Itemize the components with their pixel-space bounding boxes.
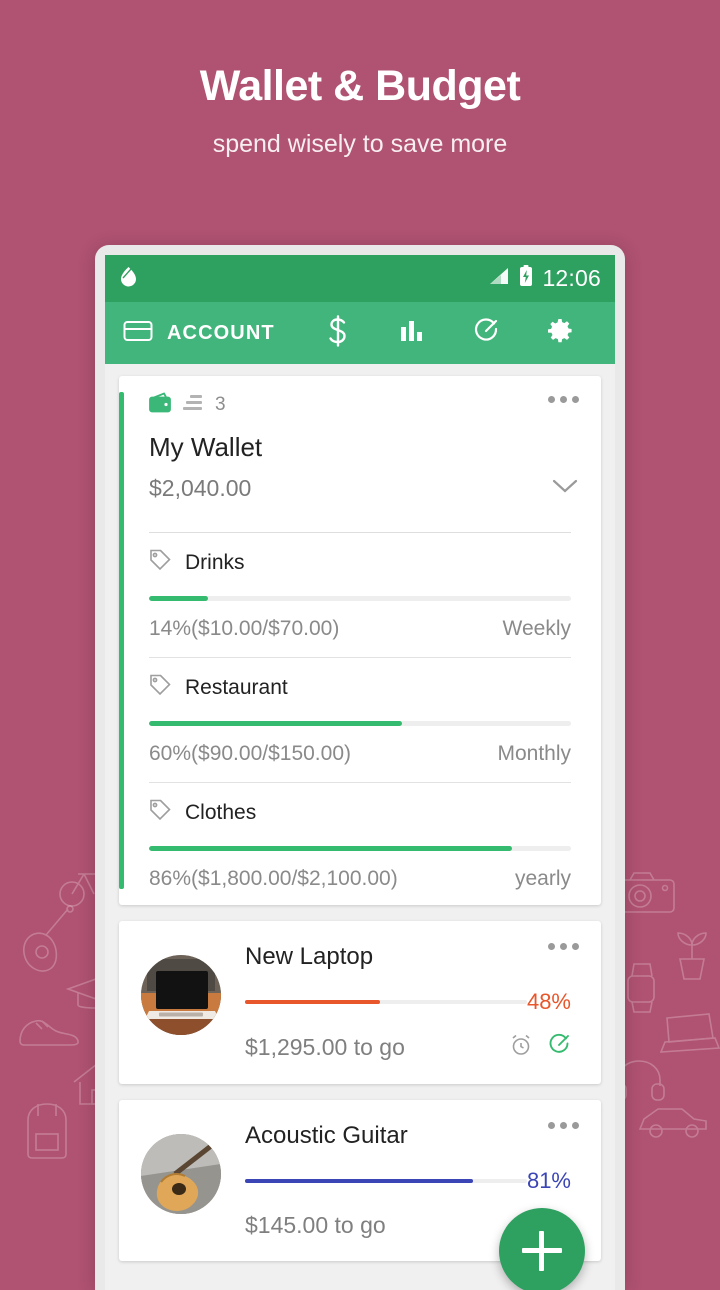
wallet-card[interactable]: 3 My Wallet $2,040.00 Drinks 14%($10.00/… — [119, 376, 601, 905]
budget-amount: 60%($90.00/$150.00) — [149, 742, 351, 765]
app-notification-icon — [119, 266, 138, 292]
shoe-doodle-icon — [16, 1013, 82, 1049]
content-scroll[interactable]: 3 My Wallet $2,040.00 Drinks 14%($10.00/… — [105, 364, 615, 1290]
goal-remaining: $1,295.00 to go — [245, 1034, 405, 1060]
goal-progress-bar — [245, 1179, 527, 1183]
accounts-list-icon — [183, 394, 205, 417]
goal-title: Acoustic Guitar — [245, 1122, 408, 1149]
chevron-down-icon[interactable] — [551, 477, 579, 500]
wallet-icon — [149, 392, 173, 418]
battery-charging-icon — [519, 265, 533, 292]
budget-row[interactable]: Drinks 14%($10.00/$70.00) Weekly — [119, 533, 601, 658]
budget-name: Restaurant — [185, 675, 288, 699]
tab-account-label: ACCOUNT — [167, 321, 275, 344]
guitar-doodle-icon — [16, 905, 78, 977]
goal-progress-bar — [245, 1000, 527, 1004]
budget-progress-bar — [149, 846, 571, 851]
budget-progress-bar — [149, 596, 571, 601]
gear-icon — [547, 318, 573, 349]
phone-screen: 12:06 ACCOUNT 3 My Wallet $2,040.00 Drin… — [105, 255, 615, 1290]
goal-percent: 48% — [526, 989, 571, 1014]
budget-period: Weekly — [502, 617, 571, 640]
goal-thumbnail-laptop — [141, 955, 221, 1035]
dollar-icon — [327, 314, 349, 352]
goal-thumbnail-guitar — [141, 1134, 221, 1214]
plant-doodle-icon — [668, 925, 716, 983]
promo-header: Wallet & Budget spend wisely to save mor… — [0, 0, 720, 159]
backpack-doodle-icon — [18, 1100, 76, 1162]
tab-reports[interactable] — [388, 309, 436, 357]
accounts-count: 3 — [215, 394, 226, 415]
target-check-icon[interactable] — [547, 1033, 571, 1062]
status-bar: 12:06 — [105, 255, 615, 302]
budget-row[interactable]: Restaurant 60%($90.00/$150.00) Monthly — [119, 658, 601, 783]
target-icon — [472, 317, 500, 350]
phone-mockup: 12:06 ACCOUNT 3 My Wallet $2,040.00 Drin… — [95, 245, 625, 1290]
alarm-clock-icon[interactable] — [509, 1033, 533, 1062]
budget-progress-bar — [149, 721, 571, 726]
add-button[interactable] — [499, 1208, 585, 1290]
signal-icon — [488, 266, 510, 291]
plus-icon — [522, 1231, 562, 1271]
credit-card-icon — [123, 319, 153, 348]
goal-card[interactable]: New Laptop 48% $1,295.00 to go — [119, 921, 601, 1084]
budget-name: Drinks — [185, 550, 245, 574]
tag-icon — [149, 799, 171, 826]
tab-transactions[interactable] — [314, 309, 362, 357]
page-subtitle: spend wisely to save more — [212, 130, 508, 159]
tag-icon — [149, 549, 171, 576]
tab-account[interactable]: ACCOUNT — [123, 319, 275, 348]
wallet-name: My Wallet — [149, 432, 263, 462]
budget-amount: 14%($10.00/$70.00) — [149, 617, 340, 640]
budget-name: Clothes — [185, 800, 257, 824]
budget-period: Monthly — [497, 742, 571, 765]
tab-goals[interactable] — [462, 309, 510, 357]
budget-period: yearly — [514, 867, 571, 890]
wallet-balance: $2,040.00 — [149, 475, 252, 501]
tab-settings[interactable] — [536, 309, 584, 357]
app-bar: ACCOUNT — [105, 302, 615, 364]
tag-icon — [149, 674, 171, 701]
car-doodle-icon — [636, 1105, 710, 1139]
goal-title: New Laptop — [245, 943, 374, 970]
laptop-doodle-icon — [655, 1012, 720, 1054]
page-title: Wallet & Budget — [199, 62, 521, 110]
budget-row[interactable]: Clothes 86%($1,800.00/$2,100.00) yearly — [119, 783, 601, 905]
bar-chart-icon — [399, 319, 425, 348]
budget-amount: 86%($1,800.00/$2,100.00) — [149, 867, 398, 890]
card-accent-bar — [119, 392, 124, 889]
status-bar-time: 12:06 — [542, 265, 601, 291]
goal-percent: 81% — [526, 1168, 571, 1193]
overflow-menu-icon[interactable] — [548, 392, 579, 403]
